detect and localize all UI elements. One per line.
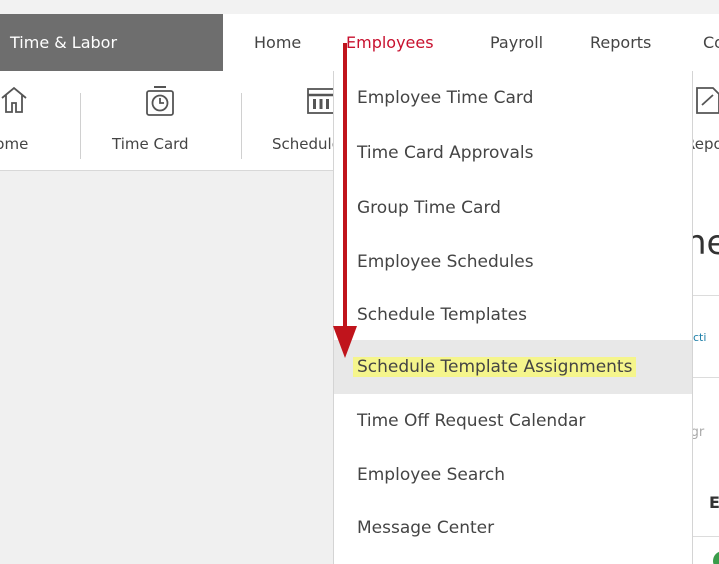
divider: [693, 536, 719, 537]
divider: [693, 377, 719, 378]
top-strip: [0, 0, 719, 14]
nav-home[interactable]: Home: [254, 14, 301, 71]
menu-item-label: Group Time Card: [357, 198, 501, 218]
toolbar-divider: [241, 93, 242, 159]
stopwatch-icon: [146, 86, 174, 116]
menu-item-label: Time Off Request Calendar: [357, 411, 586, 431]
menu-item-schedule-templates[interactable]: Schedule Templates: [334, 288, 692, 342]
menu-item-schedule-template-assignments[interactable]: Schedule Template Assignments: [334, 340, 692, 394]
tab-label[interactable]: cti: [693, 331, 706, 344]
menu-item-time-card-approvals[interactable]: Time Card Approvals: [334, 126, 692, 180]
hint-text: igr: [693, 425, 705, 440]
employees-dropdown-menu: Employee Time Card Time Card Approvals G…: [333, 71, 693, 564]
toolbar-label: Time Card: [112, 135, 189, 153]
menu-item-label: Schedule Templates: [357, 305, 527, 325]
app-brand[interactable]: Time & Labor: [0, 14, 223, 71]
menu-item-employee-schedules[interactable]: Employee Schedules: [334, 235, 692, 289]
home-icon: [1, 86, 27, 113]
menu-item-label: Employee Time Card: [357, 88, 534, 108]
page-heading: he: [693, 223, 719, 263]
menu-item-employee-search[interactable]: Employee Search: [334, 448, 692, 502]
toolbar-label: Schedules: [272, 135, 333, 153]
divider: [693, 295, 719, 296]
menu-item-group-time-card[interactable]: Group Time Card: [334, 181, 692, 235]
toolbar-home[interactable]: Home: [0, 71, 78, 170]
menu-item-label: Message Center: [357, 518, 495, 538]
main-nav: Time & Labor Home Employees Payroll Repo…: [0, 14, 719, 71]
menu-item-employee-time-card[interactable]: Employee Time Card: [334, 71, 692, 125]
toolbar-timecard[interactable]: Time Card: [100, 71, 220, 170]
menu-item-label: Schedule Template Assignments: [353, 357, 637, 377]
menu-item-label: Employee Search: [357, 465, 506, 485]
column-header: E: [709, 493, 719, 512]
nav-company[interactable]: Co: [703, 14, 719, 71]
background-page: he cti igr E: [693, 171, 719, 564]
avatar: [713, 551, 719, 564]
calendar-icon: [307, 88, 333, 114]
menu-item-label: Employee Schedules: [357, 252, 534, 272]
toolbar-schedules[interactable]: Schedules: [260, 71, 333, 170]
menu-item-label: Time Card Approvals: [357, 143, 534, 163]
nav-reports[interactable]: Reports: [590, 14, 651, 71]
toolbar-label: Reports: [693, 135, 719, 153]
nav-employees[interactable]: Employees: [346, 14, 434, 71]
toolbar-divider: [80, 93, 81, 159]
nav-payroll[interactable]: Payroll: [490, 14, 543, 71]
toolbar-label: Home: [0, 135, 29, 153]
report-icon: [696, 87, 719, 114]
toolbar-reports[interactable]: Reports: [693, 71, 719, 170]
menu-item-time-off-request-calendar[interactable]: Time Off Request Calendar: [334, 394, 692, 448]
menu-item-message-center[interactable]: Message Center: [334, 501, 692, 555]
content-area: [0, 171, 333, 564]
